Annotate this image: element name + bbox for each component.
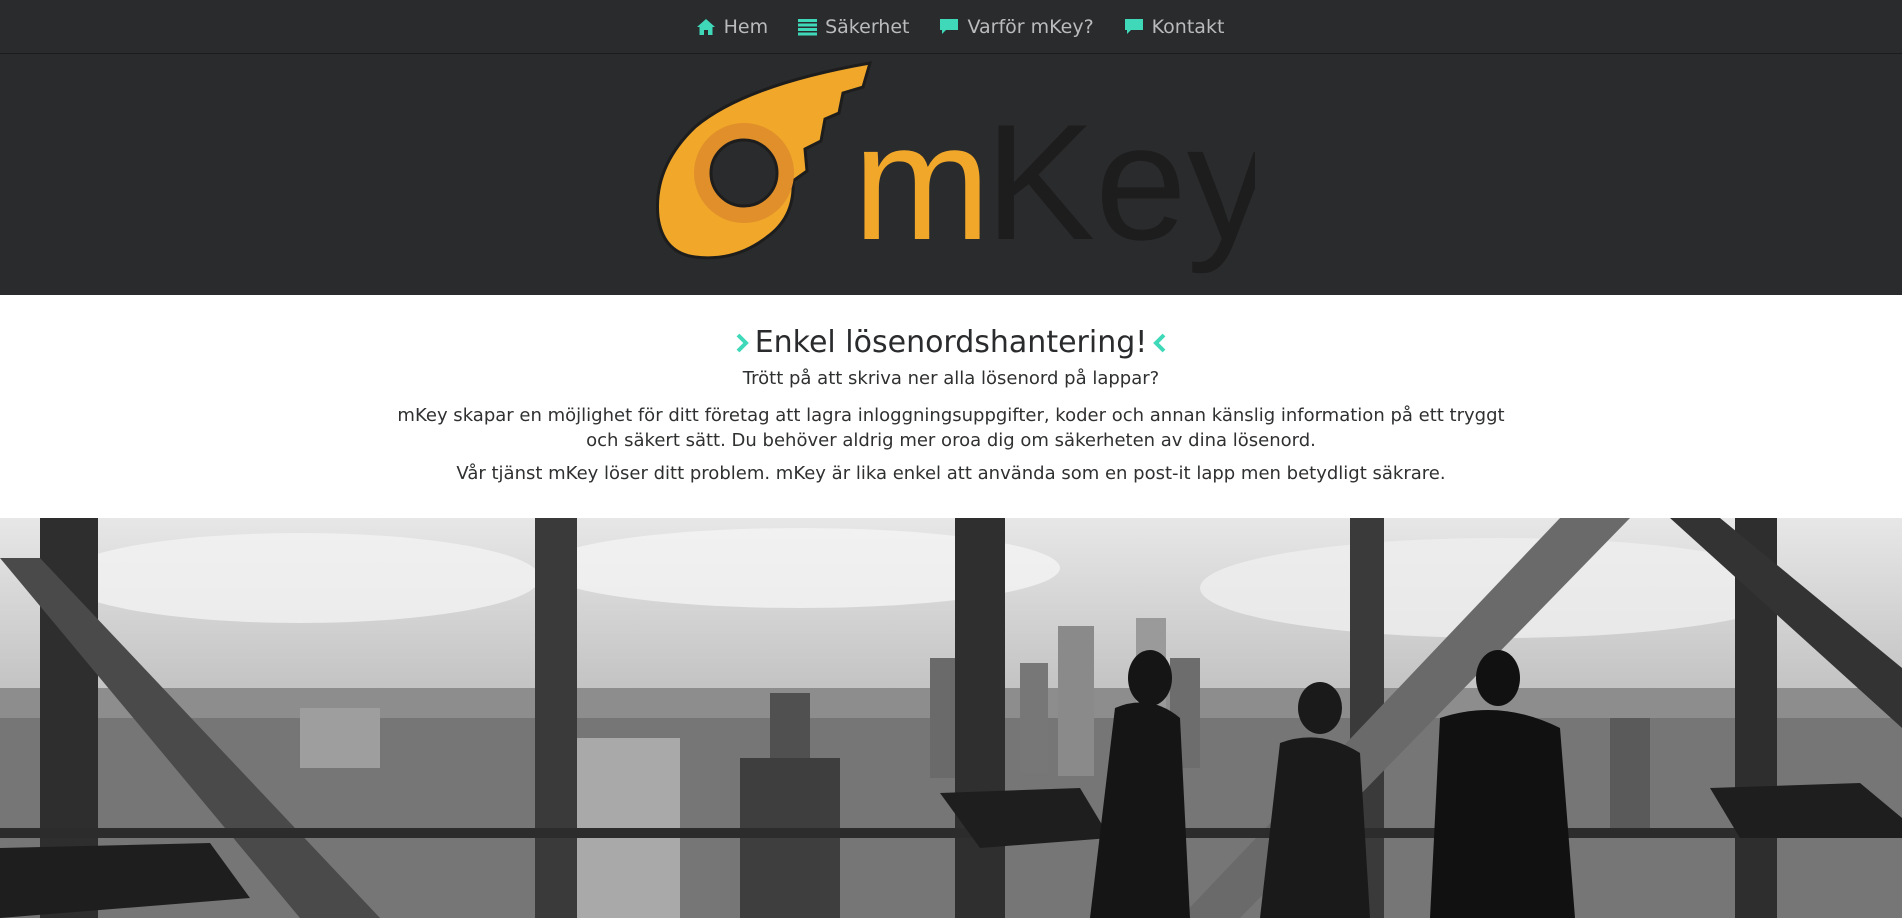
chat-icon	[940, 18, 959, 34]
hero-illustration	[0, 518, 1902, 918]
intro-section: Enkel lösenordshantering! Trött på att s…	[0, 295, 1902, 518]
nav-label-hem: Hem	[723, 15, 769, 38]
top-navbar: Hem Säkerhet Varför mKey? Kontakt	[0, 0, 1902, 54]
nav-item-kontakt[interactable]: Kontakt	[1124, 15, 1225, 38]
logo-letter-m: m	[853, 90, 990, 274]
nav-label-sakerhet: Säkerhet	[825, 15, 910, 38]
intro-heading: Enkel lösenordshantering!	[0, 325, 1902, 360]
nav-item-varfor-mkey[interactable]: Varför mKey?	[939, 15, 1094, 38]
list-icon	[798, 18, 818, 35]
intro-body-secondary: Vår tjänst mKey löser ditt problem. mKey…	[456, 463, 1446, 484]
intro-heading-text: Enkel lösenordshantering!	[754, 325, 1148, 360]
intro-body: mKey skapar en möjlighet för ditt företa…	[397, 405, 1505, 451]
nav-item-hem[interactable]: Hem	[696, 15, 769, 38]
hero-image	[0, 518, 1902, 918]
nav-item-sakerhet[interactable]: Säkerhet	[798, 16, 909, 38]
home-icon	[696, 18, 715, 35]
logo-header: m Key	[0, 54, 1902, 295]
nav-label-kontakt: Kontakt	[1151, 15, 1225, 38]
nav-label-varfor-mkey: Varför mKey?	[967, 15, 1094, 38]
logo-ring-inner	[709, 138, 779, 208]
chevron-right-icon	[736, 333, 749, 352]
mkey-logo[interactable]: m Key	[655, 57, 1255, 287]
chat-icon	[1124, 18, 1143, 34]
intro-subheading: Trött på att skriva ner alla lösenord på…	[742, 368, 1160, 389]
chevron-left-icon	[1153, 333, 1166, 352]
logo-text-key: Key	[985, 90, 1255, 274]
